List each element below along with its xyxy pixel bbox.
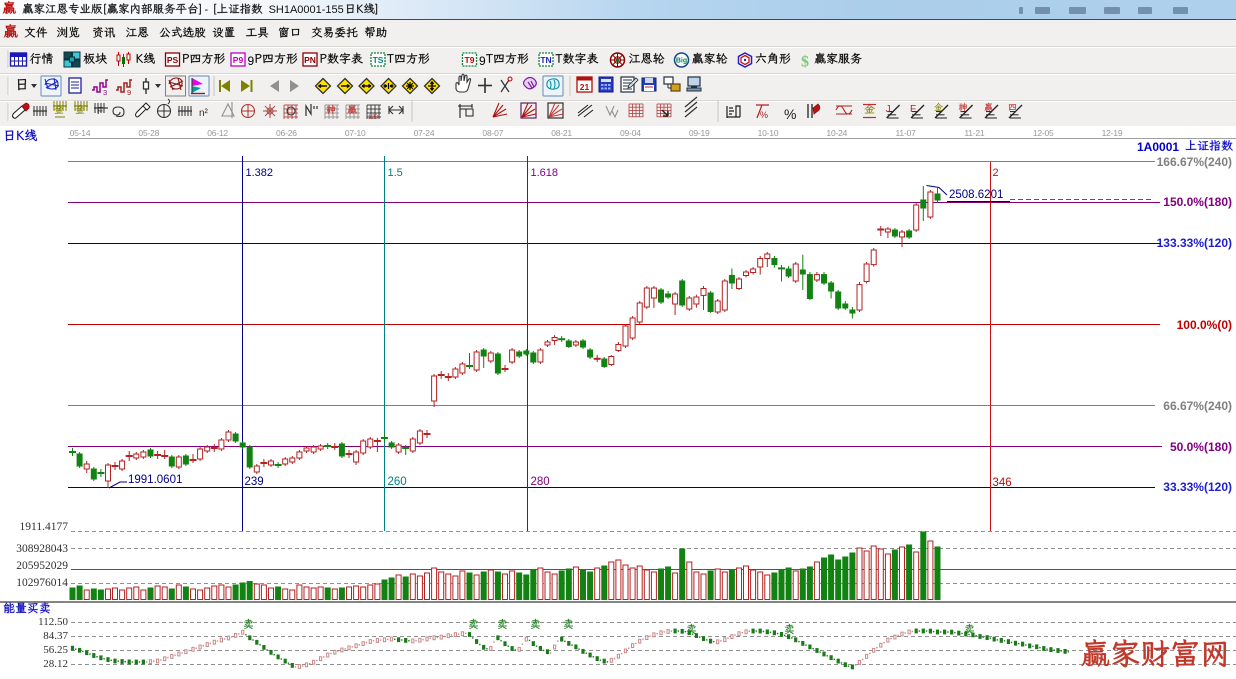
svg-text:$: $ <box>801 54 809 71</box>
svg-text:PN: PN <box>304 55 316 65</box>
svg-text:n²: n² <box>199 108 209 119</box>
svg-text:9: 9 <box>127 88 131 97</box>
svg-text:J: J <box>886 104 891 115</box>
svg-text:TN: TN <box>540 55 551 65</box>
svg-text:%: % <box>784 106 796 122</box>
svg-text:T9: T9 <box>465 55 475 65</box>
svg-text:3: 3 <box>103 88 107 97</box>
svg-text:21: 21 <box>580 82 590 92</box>
svg-text:123: 123 <box>368 115 379 121</box>
svg-text:%: % <box>760 110 768 120</box>
svg-text:P9: P9 <box>233 55 244 65</box>
svg-text:PS: PS <box>167 55 179 65</box>
svg-text:Big: Big <box>676 58 687 65</box>
svg-text:TS: TS <box>373 55 384 65</box>
svg-text:F: F <box>910 104 916 115</box>
